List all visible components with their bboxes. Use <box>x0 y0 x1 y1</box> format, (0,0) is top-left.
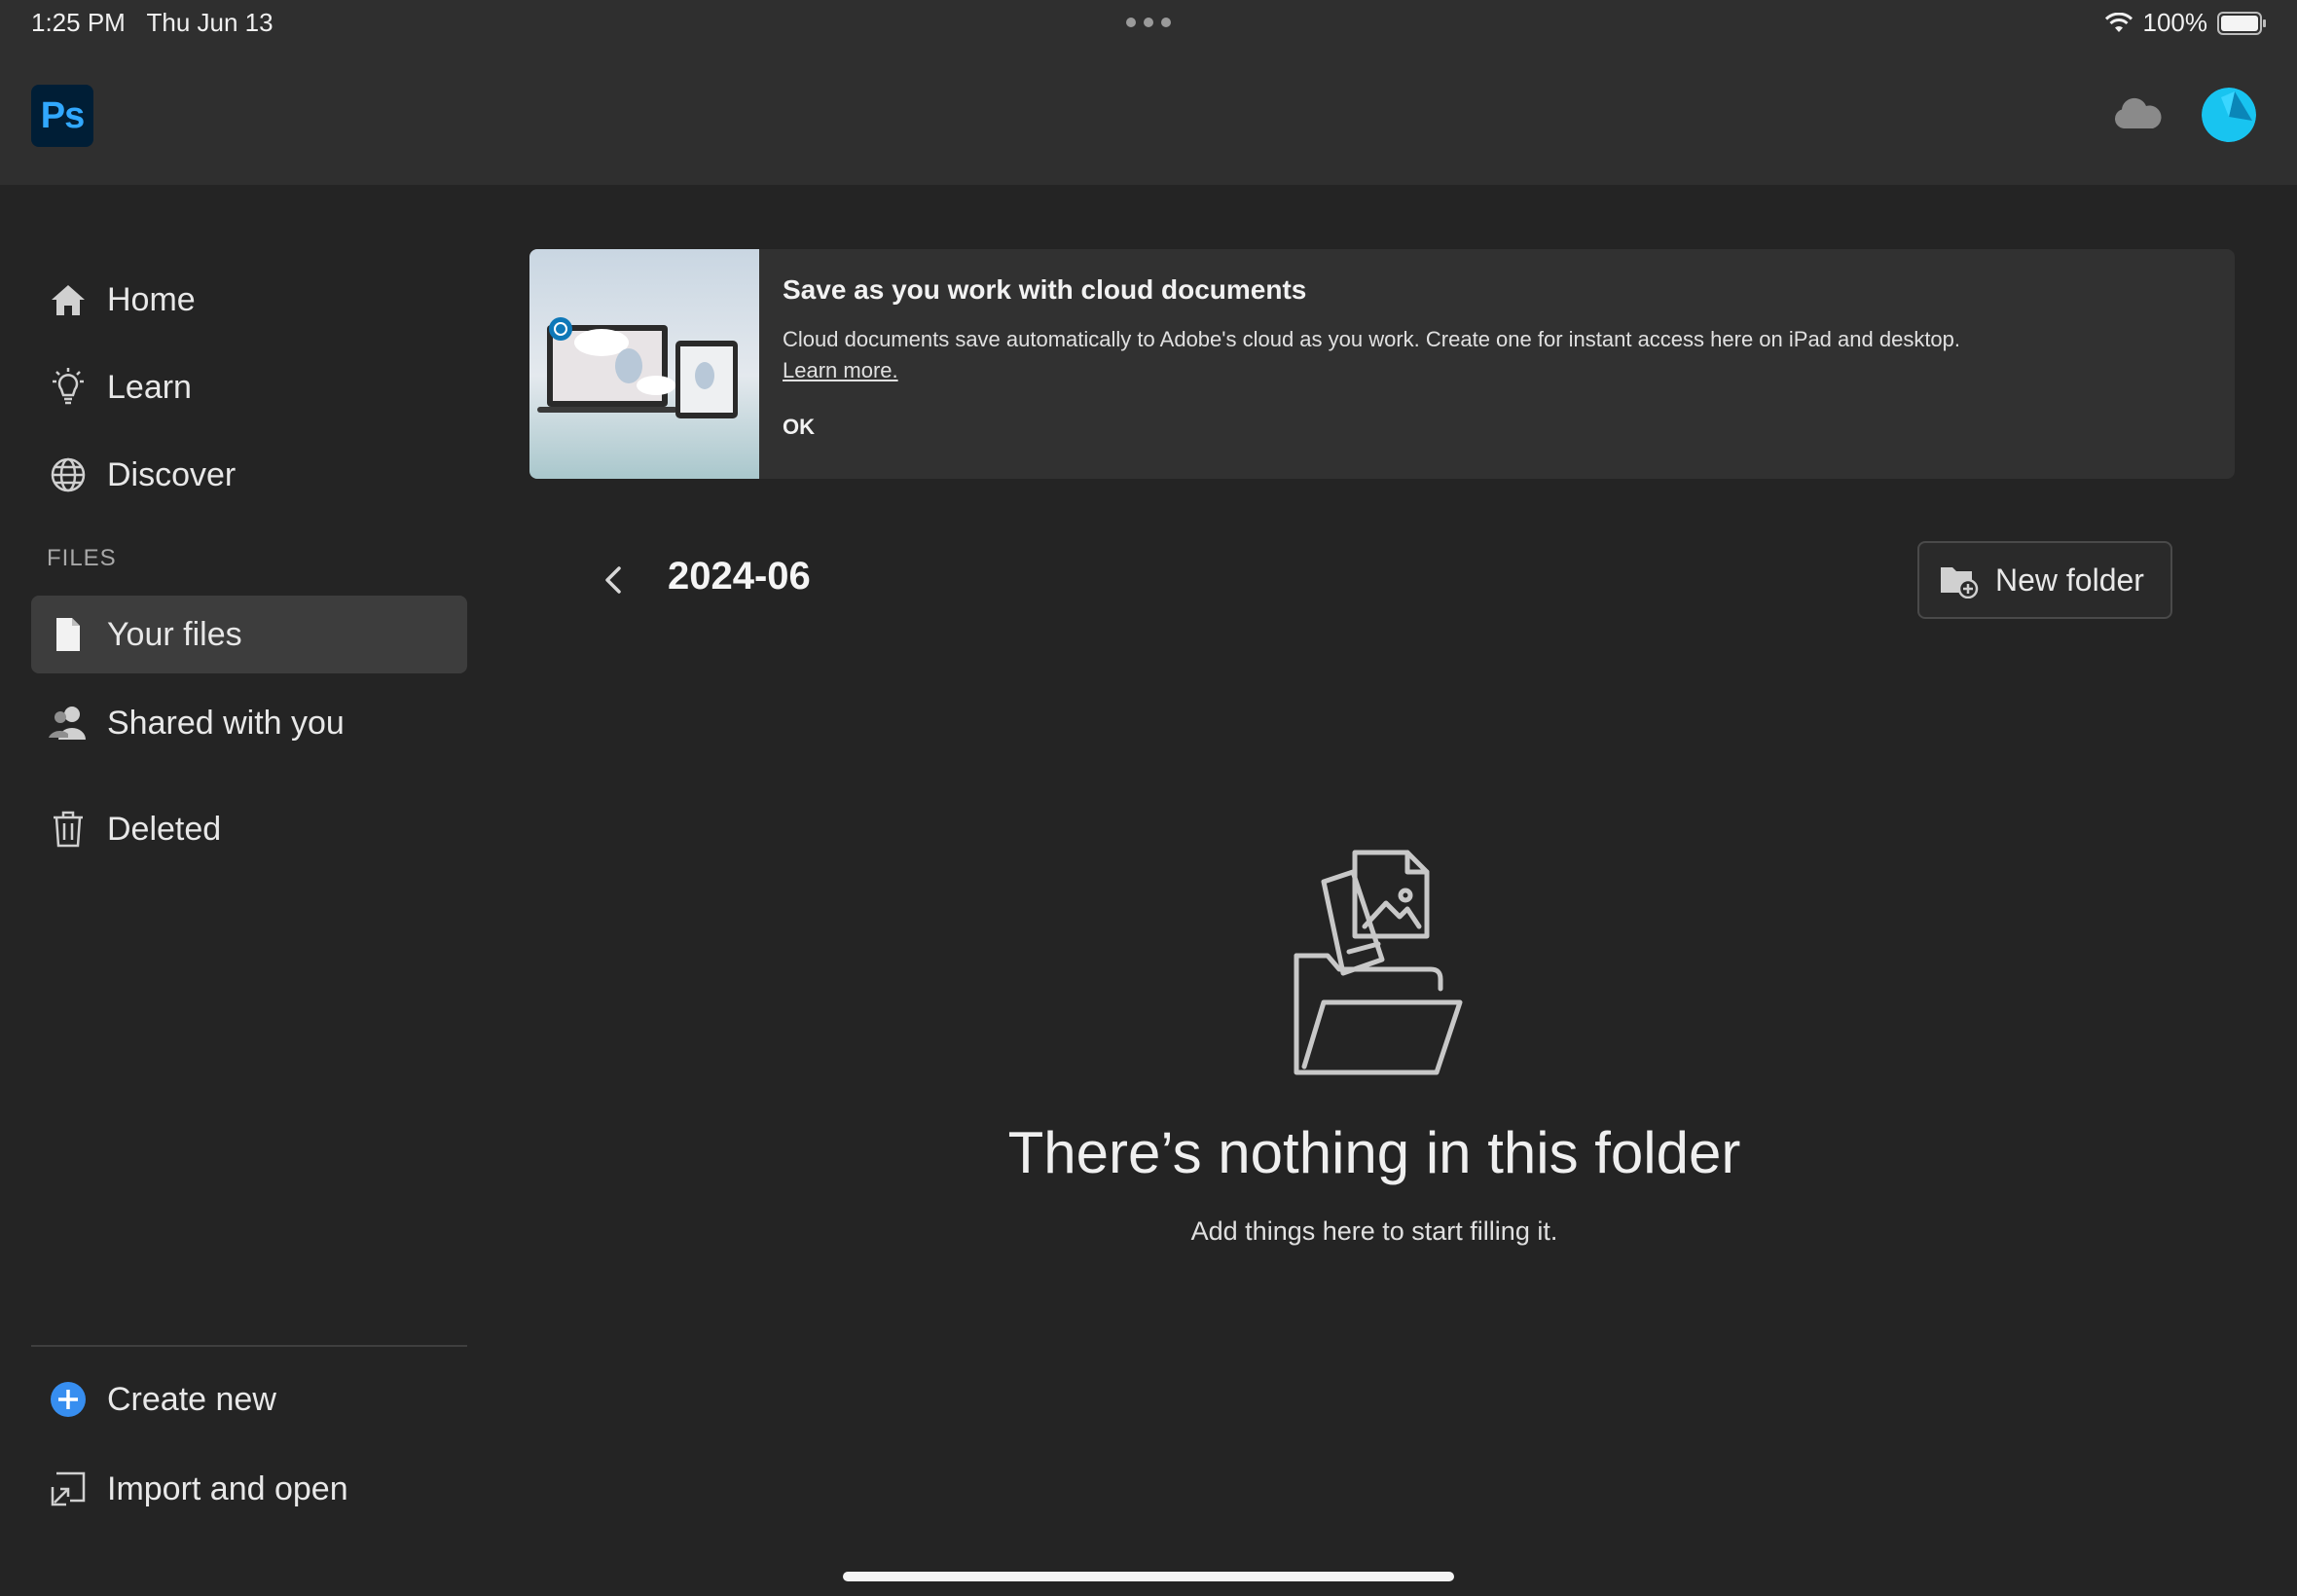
photoshop-logo[interactable]: Ps <box>31 85 93 147</box>
logo-text: Ps <box>40 94 85 136</box>
cloud-icon[interactable] <box>2112 97 2163 130</box>
import-and-open-label: Import and open <box>107 1469 348 1507</box>
battery-percent: 100% <box>2142 8 2208 37</box>
globe-icon <box>31 455 105 494</box>
sidebar-item-label: Discover <box>107 455 237 493</box>
sidebar-item-your-files[interactable]: Your files <box>31 596 467 673</box>
people-icon <box>31 705 105 742</box>
new-folder-label: New folder <box>1995 562 2144 598</box>
sidebar-divider <box>31 1345 467 1347</box>
app-header: 1:25 PM Thu Jun 13 100% Ps <box>0 0 2297 185</box>
wifi-icon <box>2104 12 2133 32</box>
sidebar-item-label: Learn <box>107 368 192 406</box>
plus-circle-icon <box>31 1380 105 1419</box>
empty-state-title: There’s nothing in this folder <box>1007 1120 1741 1185</box>
multitask-dots-icon[interactable] <box>1126 18 1171 27</box>
create-new-button[interactable]: Create new <box>31 1360 467 1438</box>
home-indicator[interactable] <box>843 1572 1454 1581</box>
avatar[interactable] <box>2202 88 2256 142</box>
home-icon <box>31 282 105 317</box>
files-heading: FILES <box>47 545 117 571</box>
trash-icon <box>31 810 105 849</box>
banner-body: Cloud documents save automatically to Ad… <box>783 327 1961 351</box>
sidebar-item-home[interactable]: Home <box>31 261 467 339</box>
sidebar-item-label: Deleted <box>107 810 222 848</box>
banner-title: Save as you work with cloud documents <box>783 274 1307 305</box>
sidebar-item-learn[interactable]: Learn <box>31 348 467 426</box>
folder-title: 2024-06 <box>668 555 811 598</box>
sidebar-item-label: Shared with you <box>107 704 345 742</box>
learn-more-link[interactable]: Learn more. <box>783 358 898 383</box>
empty-state-subtitle: Add things here to start filling it. <box>1190 1216 1558 1246</box>
sidebar-item-shared-with-you[interactable]: Shared with you <box>31 684 467 762</box>
sidebar-item-label: Home <box>107 280 196 318</box>
battery-icon <box>2217 11 2266 35</box>
create-new-label: Create new <box>107 1380 276 1418</box>
status-right: 100% <box>2104 8 2269 38</box>
sidebar-item-discover[interactable]: Discover <box>31 436 467 514</box>
status-time-text: 1:25 PM <box>31 8 126 37</box>
import-and-open-button[interactable]: Import and open <box>31 1450 467 1528</box>
status-date-text: Thu Jun 13 <box>146 8 273 37</box>
empty-folder-icon <box>1294 850 1463 1075</box>
sidebar-item-deleted[interactable]: Deleted <box>31 790 467 868</box>
back-chevron-icon[interactable] <box>596 561 635 599</box>
cloud-docs-banner: Save as you work with cloud documents Cl… <box>529 249 2235 479</box>
ok-button[interactable]: OK <box>783 415 815 440</box>
document-icon <box>31 616 105 653</box>
import-icon <box>31 1469 105 1508</box>
cloud-docs-illustration <box>529 249 759 479</box>
new-folder-button[interactable]: New folder <box>1917 541 2172 619</box>
status-time: 1:25 PM Thu Jun 13 <box>31 8 273 38</box>
sidebar-item-label: Your files <box>107 615 242 653</box>
lightbulb-icon <box>31 366 105 409</box>
folder-add-icon <box>1941 567 1979 598</box>
